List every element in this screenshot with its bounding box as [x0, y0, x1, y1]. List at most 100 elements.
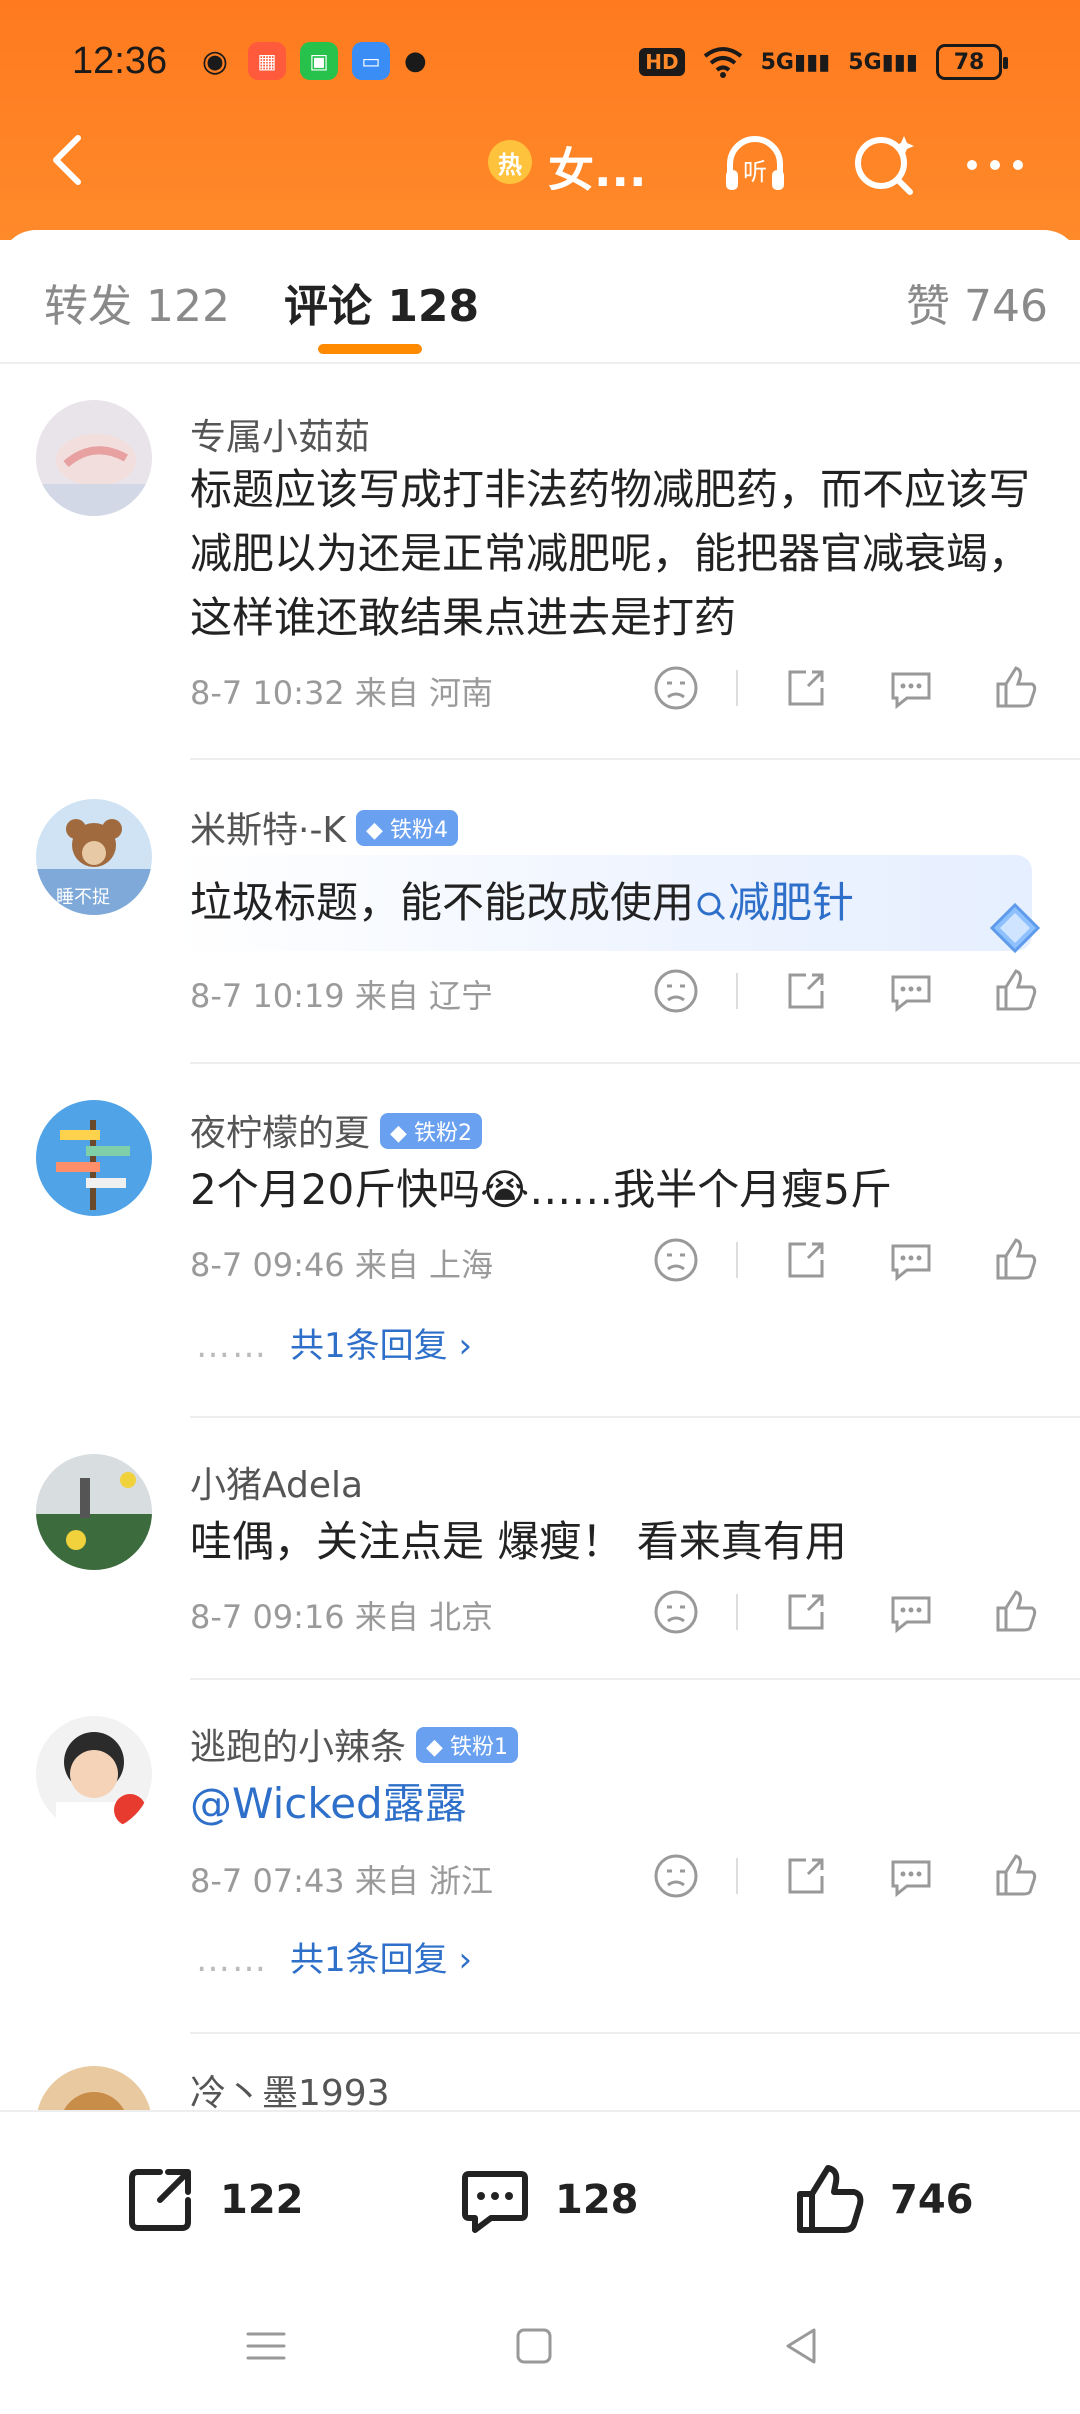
- mention-link[interactable]: @Wicked露露: [190, 1779, 467, 1828]
- comment-meta: 8-7 09:46 来自 上海: [190, 1246, 494, 1284]
- signal-icon-1: 5G▮▮▮: [760, 49, 831, 75]
- comment-text: 垃圾标题，能不能改成使用 减肥针: [190, 871, 1030, 935]
- avatar[interactable]: [36, 400, 152, 516]
- username-text: 米斯特·-K: [190, 810, 347, 851]
- dislike-face-icon[interactable]: [650, 1234, 702, 1286]
- tab-likes[interactable]: 赞 746: [906, 270, 1048, 334]
- action-separator: [736, 973, 738, 1009]
- comment-divider: [190, 1416, 1080, 1418]
- comment-icon: [462, 2171, 528, 2233]
- back-triangle-icon[interactable]: [776, 2320, 828, 2372]
- comment-meta: 8-7 09:16 来自 北京: [190, 1598, 494, 1636]
- username[interactable]: 专属小茹茹: [190, 408, 370, 460]
- avatar-image: [36, 400, 152, 516]
- replies-dots: ……: [196, 1940, 268, 1980]
- like-count: 746: [890, 2177, 974, 2223]
- replies-count: 共1条回复 ›: [290, 1940, 473, 1980]
- app-icon-red: ▦: [248, 42, 286, 80]
- comment-button[interactable]: 128: [455, 2160, 639, 2240]
- username[interactable]: 夜柠檬的夏 ◆ 铁粉2: [190, 1104, 482, 1156]
- reply-icon[interactable]: [885, 1850, 937, 1902]
- avatar-caption: 睡不捉: [56, 887, 110, 908]
- home-icon[interactable]: [508, 2320, 560, 2372]
- share-icon[interactable]: [780, 1586, 832, 1638]
- dislike-face-icon[interactable]: [650, 965, 702, 1017]
- search-link[interactable]: 减肥针: [694, 878, 854, 927]
- like-icon[interactable]: [990, 662, 1042, 714]
- comment-actions: [640, 1850, 1060, 1910]
- avatar[interactable]: [36, 1100, 152, 1216]
- comments-card: 转发 122 评论 128 赞 746 专属小茹茹 标题应该写成打非法药物减肥药…: [0, 230, 1080, 2110]
- reply-icon[interactable]: [885, 1586, 937, 1638]
- search-icon[interactable]: [848, 128, 922, 202]
- fan-badge: ◆ 铁粉2: [380, 1113, 482, 1149]
- comment-actions: [640, 662, 1060, 722]
- repost-button[interactable]: 122: [120, 2160, 304, 2240]
- reply-icon[interactable]: [885, 662, 937, 714]
- comment-divider: [190, 1678, 1080, 1680]
- weibo-icon: ◉: [201, 43, 229, 79]
- action-separator: [736, 1858, 738, 1894]
- reply-icon[interactable]: [885, 1234, 937, 1286]
- username-text: 夜柠檬的夏: [190, 1113, 371, 1154]
- comment-meta: 8-7 07:43 来自 浙江: [190, 1862, 494, 1900]
- username[interactable]: 逃跑的小辣条 ◆ 铁粉1: [190, 1718, 518, 1770]
- share-icon[interactable]: [780, 1850, 832, 1902]
- repost-count: 122: [220, 2177, 304, 2223]
- username[interactable]: 小猪Adela: [190, 1456, 363, 1508]
- share-icon[interactable]: [780, 662, 832, 714]
- back-arrow-icon[interactable]: [40, 130, 100, 190]
- status-bar: 12:36 ◉ ▦ ▣ ▭ ● HD 5G▮▮▮ 5G▮▮▮ 78: [0, 36, 1080, 96]
- dislike-face-icon[interactable]: [650, 662, 702, 714]
- avatar[interactable]: 睡不捉: [36, 799, 152, 915]
- hot-badge-icon: 热: [488, 140, 532, 184]
- more-icon[interactable]: [958, 128, 1032, 202]
- username[interactable]: 米斯特·-K ◆ 铁粉4: [190, 801, 458, 853]
- replies-dots: ……: [196, 1326, 268, 1366]
- avatar[interactable]: [36, 1716, 152, 1832]
- like-icon[interactable]: [990, 1586, 1042, 1638]
- dislike-face-icon[interactable]: [650, 1586, 702, 1638]
- replies-count: 共1条回复 ›: [290, 1326, 473, 1366]
- action-separator: [736, 670, 738, 706]
- username-text: 逃跑的小辣条: [190, 1727, 407, 1768]
- replies-link[interactable]: …… 共1条回复 ›: [196, 1318, 472, 1367]
- battery-level: 78: [953, 49, 985, 75]
- comment-text: 标题应该写成打非法药物减肥药，而不应该写减肥以为还是正常减肥呢，能把器官减衰竭，…: [190, 465, 1031, 642]
- menu-icon[interactable]: [240, 2320, 292, 2372]
- comment-text: 哇偶，关注点是 爆瘦！ 看来真有用: [190, 1517, 847, 1566]
- tab-repost[interactable]: 转发 122: [44, 270, 230, 334]
- comment-actions: [640, 1234, 1060, 1294]
- avatar-image: [36, 1716, 152, 1832]
- page-title[interactable]: 女...: [548, 134, 646, 200]
- like-icon[interactable]: [990, 1850, 1042, 1902]
- like-icon[interactable]: [990, 965, 1042, 1017]
- action-separator: [736, 1242, 738, 1278]
- share-icon[interactable]: [780, 1234, 832, 1286]
- header: 12:36 ◉ ▦ ▣ ▭ ● HD 5G▮▮▮ 5G▮▮▮ 78 热 女...: [0, 0, 1080, 240]
- system-nav-bar: [0, 2280, 1080, 2414]
- reply-icon[interactable]: [885, 965, 937, 1017]
- username[interactable]: 冷丶墨1993: [190, 2064, 390, 2110]
- listen-headphones-icon[interactable]: 听: [718, 128, 792, 202]
- nav-bar: 热 女... 听: [0, 120, 1080, 210]
- share-icon[interactable]: [780, 965, 832, 1017]
- tab-comments[interactable]: 评论 128: [284, 270, 479, 334]
- like-button[interactable]: 746: [790, 2160, 974, 2240]
- app-icon-green: ▣: [300, 42, 338, 80]
- like-icon[interactable]: [990, 1234, 1042, 1286]
- comment-meta: 8-7 10:32 来自 河南: [190, 674, 494, 712]
- thumbs-up-icon: [797, 2165, 864, 2233]
- status-right: HD 5G▮▮▮ 5G▮▮▮ 78: [639, 44, 1008, 80]
- action-separator: [736, 1594, 738, 1630]
- avatar[interactable]: [36, 2066, 152, 2110]
- comment-meta: 8-7 10:19 来自 辽宁: [190, 977, 494, 1015]
- replies-link[interactable]: …… 共1条回复 ›: [196, 1932, 472, 1981]
- avatar[interactable]: [36, 1454, 152, 1570]
- dislike-face-icon[interactable]: [650, 1850, 702, 1902]
- comment-actions: [640, 1586, 1060, 1646]
- avatar-image: [36, 2066, 152, 2110]
- comment-divider: [190, 1062, 1080, 1064]
- search-link-text: 减肥针: [728, 878, 855, 927]
- notification-icons: ◉ ▦ ▣ ▭ ●: [196, 42, 427, 80]
